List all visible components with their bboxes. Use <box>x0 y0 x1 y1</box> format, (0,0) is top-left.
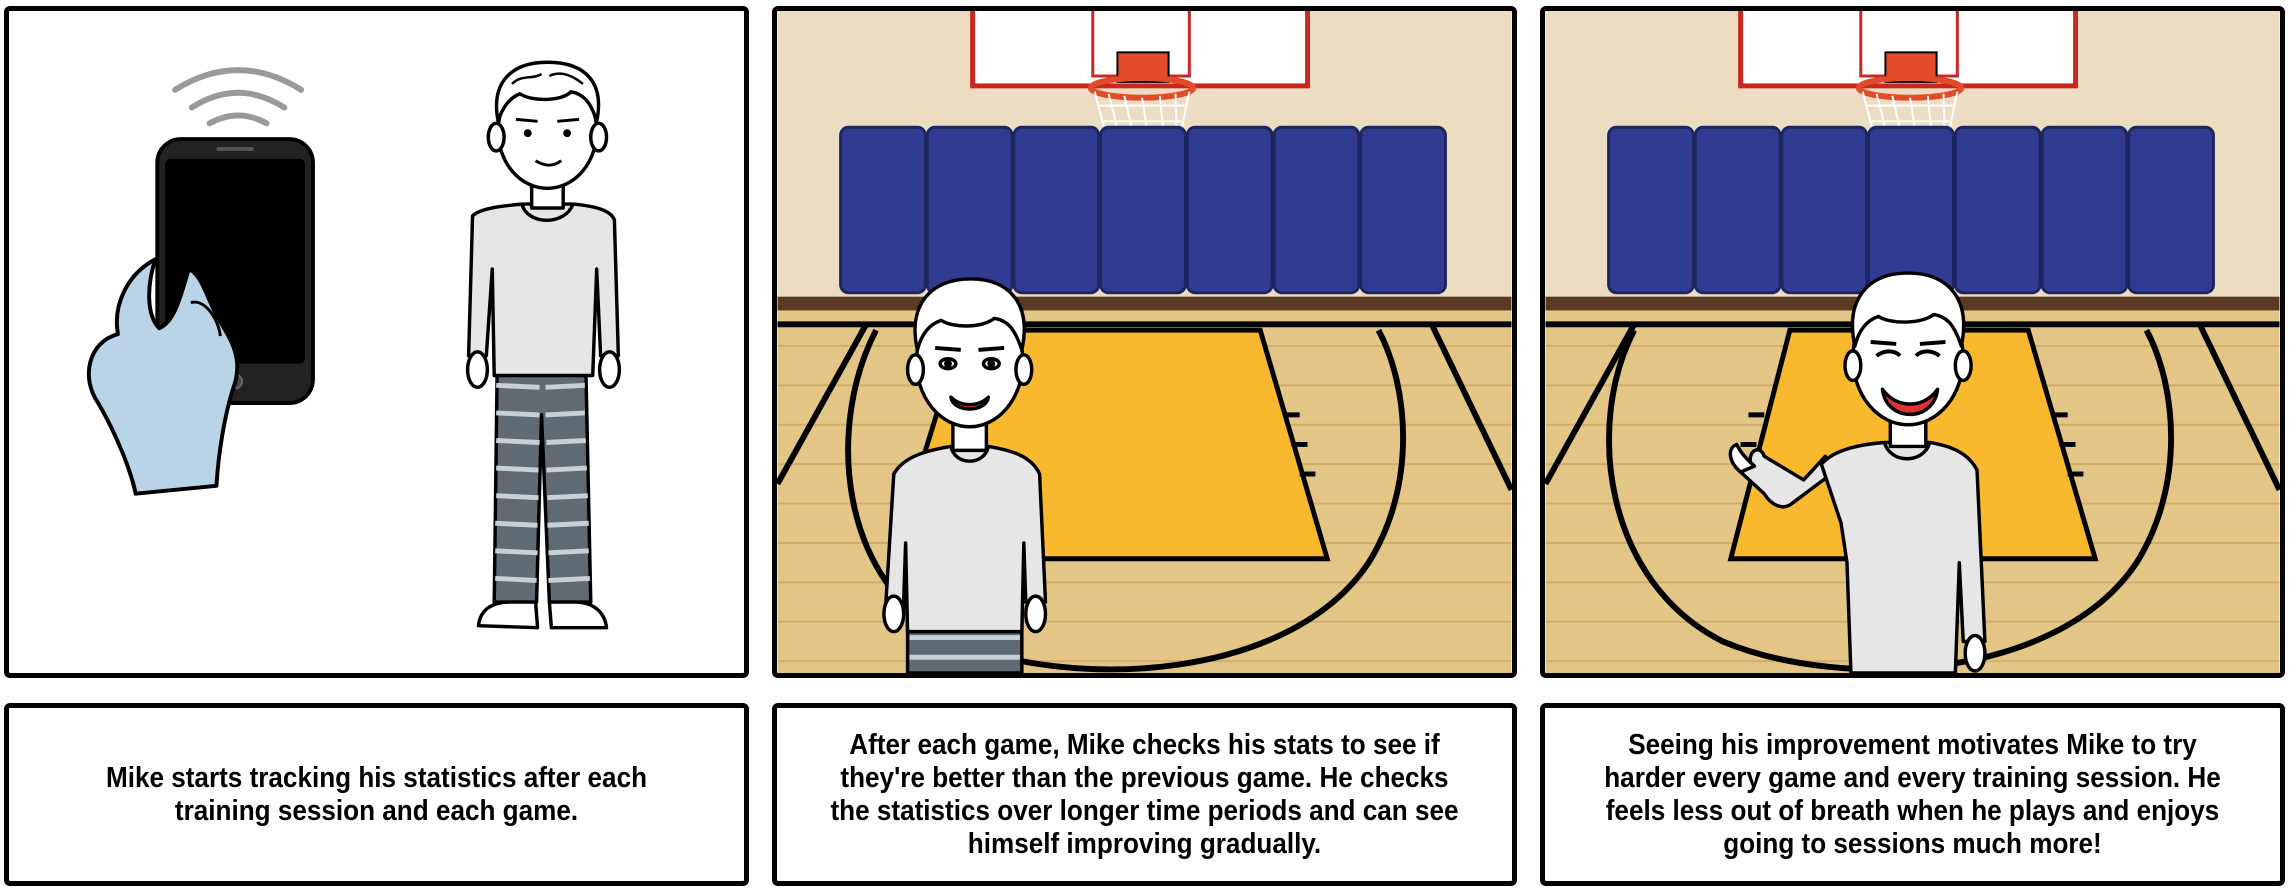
caption-text-2: After each game, Mike checks his stats t… <box>830 728 1459 860</box>
mike-character <box>465 60 622 630</box>
signal-waves-icon <box>172 67 305 127</box>
caption-text-3: Seeing his improvement motivates Mike to… <box>1604 728 2221 860</box>
gym-wall-mats <box>839 125 1447 295</box>
panel-2-scene <box>777 11 1512 673</box>
gym-wall-mats <box>1607 125 2215 295</box>
caption-text-1: Mike starts tracking his statistics afte… <box>105 761 648 827</box>
caption-box-1: Mike starts tracking his statistics afte… <box>4 703 749 886</box>
caption-box-2: After each game, Mike checks his stats t… <box>772 703 1517 886</box>
comic-panel-3 <box>1540 6 2285 678</box>
caption-box-3: Seeing his improvement motivates Mike to… <box>1540 703 2285 886</box>
comic-panel-2 <box>772 6 1517 678</box>
comic-panel-1 <box>4 6 749 678</box>
panel-3-scene <box>1545 11 2280 673</box>
panel-1-scene <box>86 60 622 630</box>
